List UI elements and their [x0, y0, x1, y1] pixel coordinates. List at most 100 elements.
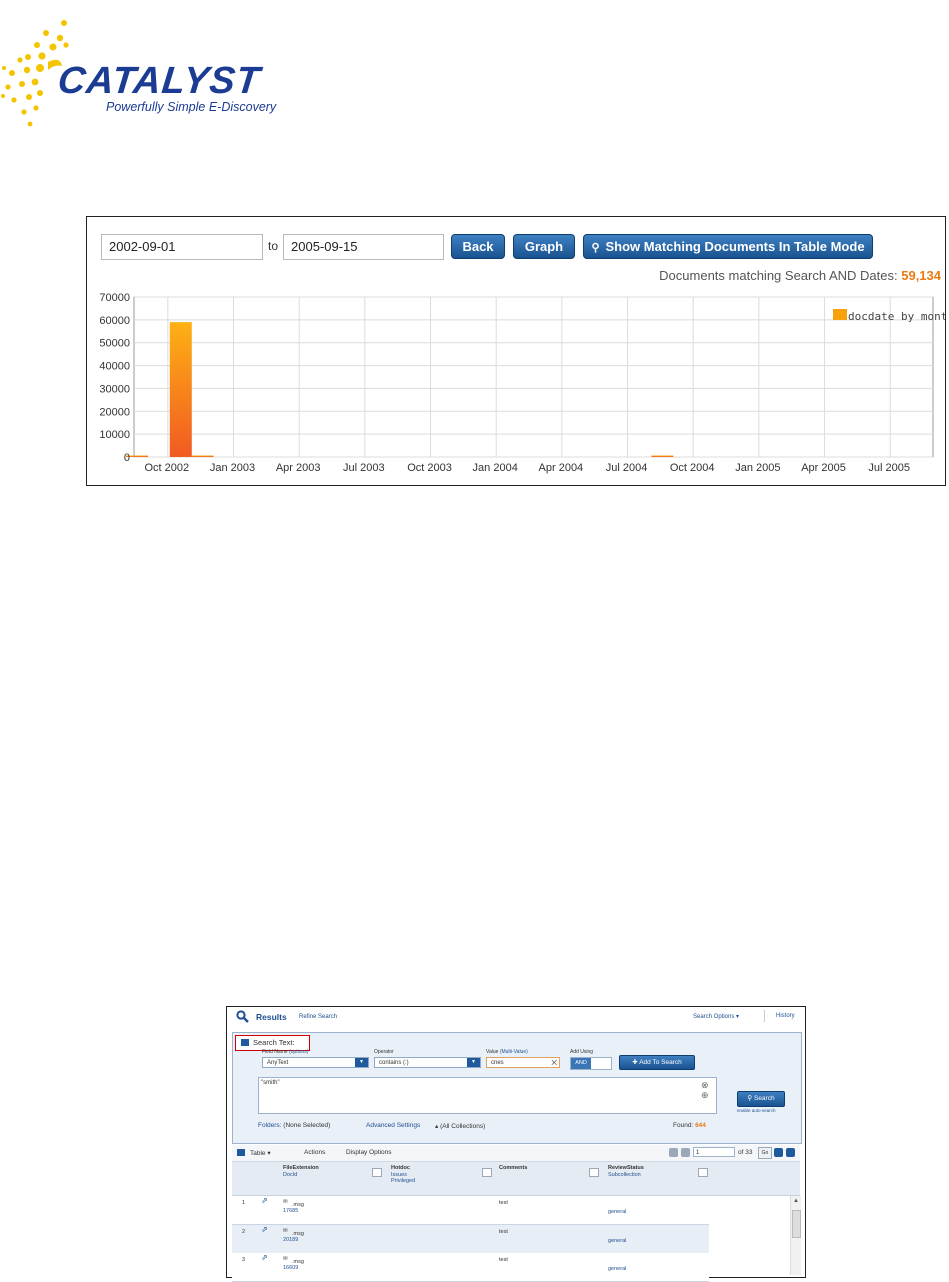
- x-tick-label: Oct 2003: [407, 462, 452, 474]
- x-tick-label: Oct 2004: [670, 462, 715, 474]
- field-name-value: AnyText: [267, 1060, 289, 1066]
- scroll-up-icon[interactable]: ▲: [793, 1198, 799, 1204]
- history-link[interactable]: History: [776, 1013, 795, 1019]
- add-to-search-button[interactable]: ✚ Add To Search: [619, 1055, 695, 1070]
- field-name-hint: (options): [288, 1049, 309, 1055]
- table-icon: [237, 1149, 245, 1156]
- column-header-main: ReviewStatus: [608, 1165, 644, 1171]
- legend-label: docdate by month: [848, 310, 945, 323]
- doc-id[interactable]: 20189: [283, 1237, 298, 1244]
- table-row[interactable]: 2 ⇗ ✉ .msg 20189 test general: [232, 1225, 709, 1254]
- results-screen: Results Refine Search Search Options ▾ H…: [226, 1006, 806, 1282]
- search-options-label: Search Options: [693, 1014, 735, 1020]
- search-button[interactable]: ⚲ Search: [737, 1091, 785, 1107]
- field-name-label: Field Name (options): [262, 1049, 308, 1055]
- collections-text: (All Collections): [440, 1123, 486, 1130]
- folders-link[interactable]: Folders:: [258, 1122, 281, 1129]
- caret-up-icon: ▴: [435, 1123, 439, 1130]
- email-icon: ✉: [283, 1199, 288, 1205]
- date-graph-panel: 2002-09-01 to 2005-09-15 Back Graph ⚲ Sho…: [86, 216, 946, 486]
- x-tick-label: Jan 2003: [210, 462, 255, 474]
- and-or-toggle[interactable]: AND: [570, 1057, 612, 1070]
- table-view-menu[interactable]: Table ▾: [250, 1149, 271, 1157]
- remove-icon[interactable]: ⊗: [701, 1081, 709, 1090]
- row-number: 1: [242, 1200, 246, 1206]
- divider: [764, 1010, 765, 1022]
- logo-tagline: Powerfully Simple E-Discovery: [106, 100, 277, 114]
- next-page-icon[interactable]: [774, 1148, 783, 1157]
- add-using-label: Add Using: [570, 1049, 594, 1055]
- column-header[interactable]: Hotdoc Issues Privileged: [391, 1165, 415, 1185]
- comment: test: [499, 1200, 508, 1206]
- scroll-thumb[interactable]: [792, 1210, 801, 1238]
- results-grid-header: FileExtension DocId Hotdoc Issues Privil…: [232, 1162, 800, 1196]
- doc-id[interactable]: 16609: [283, 1265, 298, 1272]
- display-options-menu[interactable]: Display Options: [346, 1149, 392, 1156]
- open-document-icon[interactable]: ⇗: [261, 1197, 268, 1205]
- open-document-icon[interactable]: ⇗: [261, 1226, 268, 1234]
- prev-page-icon[interactable]: [681, 1148, 690, 1157]
- open-document-icon[interactable]: ⇗: [261, 1254, 268, 1262]
- results-scrollbar[interactable]: ▲: [790, 1196, 801, 1275]
- last-page-icon[interactable]: [786, 1148, 795, 1157]
- actions-menu[interactable]: Actions: [304, 1149, 325, 1156]
- query-textarea[interactable]: "smith": [258, 1077, 717, 1114]
- email-icon: ✉: [283, 1256, 288, 1262]
- add-to-search-label: Add To Search: [639, 1059, 682, 1066]
- operator-value: contains (:): [379, 1060, 409, 1066]
- y-tick-label: 0: [124, 452, 130, 464]
- plot-area: [133, 296, 934, 458]
- query-text: "smith": [261, 1080, 280, 1086]
- row-number: 3: [242, 1257, 246, 1263]
- magnifier-icon: [236, 1010, 249, 1023]
- column-menu-icon[interactable]: [482, 1168, 492, 1177]
- x-tick-label: Jan 2004: [473, 462, 518, 474]
- x-tick-label: Apr 2004: [539, 462, 584, 474]
- and-toggle-label: AND: [571, 1058, 591, 1069]
- add-icon[interactable]: ⊕: [701, 1091, 709, 1100]
- column-menu-icon[interactable]: [589, 1168, 599, 1177]
- table-row[interactable]: 3 ⇗ ✉ .msg 16609 test general: [232, 1253, 709, 1282]
- y-tick-label: 10000: [99, 429, 130, 441]
- column-header[interactable]: ReviewStatus Subcollection: [608, 1165, 644, 1178]
- column-header[interactable]: FileExtension DocId: [283, 1165, 319, 1178]
- first-page-icon[interactable]: [669, 1148, 678, 1157]
- catalyst-logo: CATALYST Powerfully Simple E-Discovery: [0, 0, 330, 135]
- clear-icon[interactable]: ⨉: [551, 1058, 557, 1069]
- y-tick-label: 40000: [99, 361, 130, 373]
- x-tick-label: Jan 2005: [735, 462, 780, 474]
- doc-id[interactable]: 17685: [283, 1208, 298, 1215]
- folders-value: (None Selected): [283, 1122, 331, 1129]
- docdate-bar-chart: 0 10000 20000 30000 40000 50000 60000 70000 Oct …: [99, 292, 945, 474]
- advanced-settings-link[interactable]: Advanced Settings: [366, 1122, 420, 1129]
- column-menu-icon[interactable]: [372, 1168, 382, 1177]
- bar: [169, 322, 192, 457]
- value-input[interactable]: cnes ⨉: [486, 1057, 560, 1068]
- plus-icon: ✚: [632, 1059, 638, 1066]
- dropdown-arrow-icon: ▼: [467, 1058, 480, 1067]
- results-toolbar: Table ▾ Actions Display Options 1 of 33 …: [232, 1145, 800, 1162]
- found-count: Found: 644: [673, 1122, 706, 1129]
- results-title: Results: [256, 1012, 287, 1022]
- comment: test: [499, 1257, 508, 1263]
- operator-select[interactable]: contains (:) ▼: [374, 1057, 481, 1068]
- go-button[interactable]: Go: [758, 1147, 772, 1159]
- y-tick-label: 60000: [99, 315, 130, 327]
- operator-label: Operator: [374, 1049, 394, 1055]
- column-menu-icon[interactable]: [698, 1168, 708, 1177]
- refine-search-link[interactable]: Refine Search: [299, 1014, 337, 1020]
- value-text: Value: [486, 1049, 499, 1055]
- subcollection: general: [608, 1209, 627, 1215]
- legend-swatch: [833, 309, 847, 320]
- value-label: Value (Multi-Value): [486, 1049, 528, 1055]
- page-input[interactable]: 1: [693, 1147, 735, 1157]
- column-header[interactable]: Comments: [499, 1165, 527, 1172]
- x-tick-label: Oct 2002: [145, 462, 190, 474]
- field-name-select[interactable]: AnyText ▼: [262, 1057, 369, 1068]
- column-header-sub: Subcollection: [608, 1171, 641, 1178]
- auto-search-link[interactable]: enable auto-search: [737, 1108, 776, 1113]
- found-value: 644: [695, 1122, 706, 1129]
- value-hint: (Multi-Value): [499, 1049, 528, 1055]
- search-options-menu[interactable]: Search Options ▾: [693, 1013, 739, 1020]
- table-row[interactable]: 1 ⇗ ✉ .msg 17685 test general: [232, 1196, 709, 1225]
